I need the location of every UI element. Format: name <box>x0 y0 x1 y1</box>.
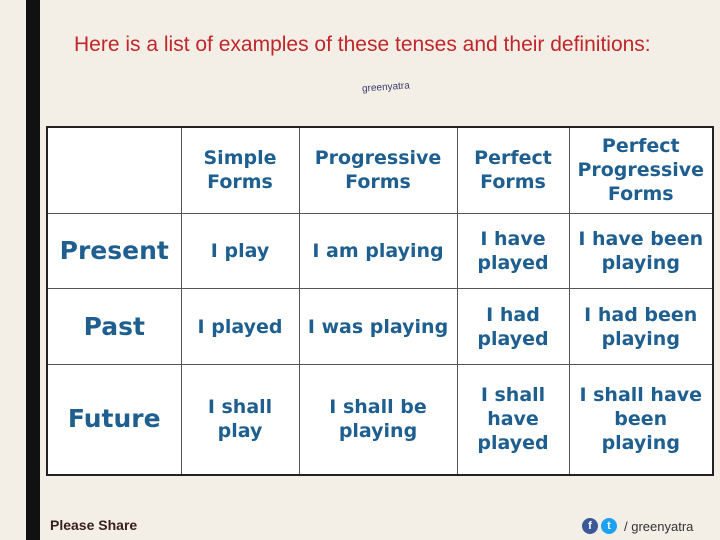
page-heading: Here is a list of examples of these tens… <box>74 33 651 56</box>
column-header: Simple Forms <box>180 126 300 214</box>
twitter-icon[interactable]: t <box>601 518 617 534</box>
table-row: Past I played I was playing I had played… <box>46 288 714 365</box>
column-header: Perfect Forms <box>456 126 570 214</box>
table-cell: I have been playing <box>568 212 714 290</box>
table-cell: I shall play <box>180 363 300 476</box>
left-border-bar <box>26 0 40 540</box>
column-header: Progressive Forms <box>298 126 458 214</box>
table-row: Future I shall play I shall be playing I… <box>46 363 714 476</box>
row-header: Present <box>46 212 182 290</box>
table-cell: I shall have played <box>456 363 570 476</box>
social-handle: / greenyatra <box>624 518 694 534</box>
table-cell: I have played <box>456 212 570 290</box>
table-row: Present I play I am playing I have playe… <box>46 212 714 290</box>
please-share-text: Please Share <box>50 517 138 533</box>
watermark-text: greenyatra <box>361 80 411 95</box>
table-cell: I shall be playing <box>298 363 458 476</box>
table-cell: I am playing <box>298 212 458 290</box>
corner-cell <box>46 126 182 214</box>
header-row: Simple Forms Progressive Forms Perfect F… <box>46 126 714 214</box>
facebook-icon[interactable]: f <box>582 518 598 534</box>
table-cell: I play <box>180 212 300 290</box>
table-cell: I had been playing <box>568 288 714 365</box>
table-cell: I was playing <box>298 288 458 365</box>
row-header: Future <box>46 363 182 476</box>
table-cell: I had played <box>456 288 570 365</box>
social-links: f t / greenyatra <box>582 518 693 534</box>
tenses-table: Simple Forms Progressive Forms Perfect F… <box>46 126 714 476</box>
table-cell: I shall have been playing <box>568 363 714 476</box>
column-header: Perfect Progressive Forms <box>568 126 714 214</box>
table-cell: I played <box>180 288 300 365</box>
row-header: Past <box>46 288 182 365</box>
